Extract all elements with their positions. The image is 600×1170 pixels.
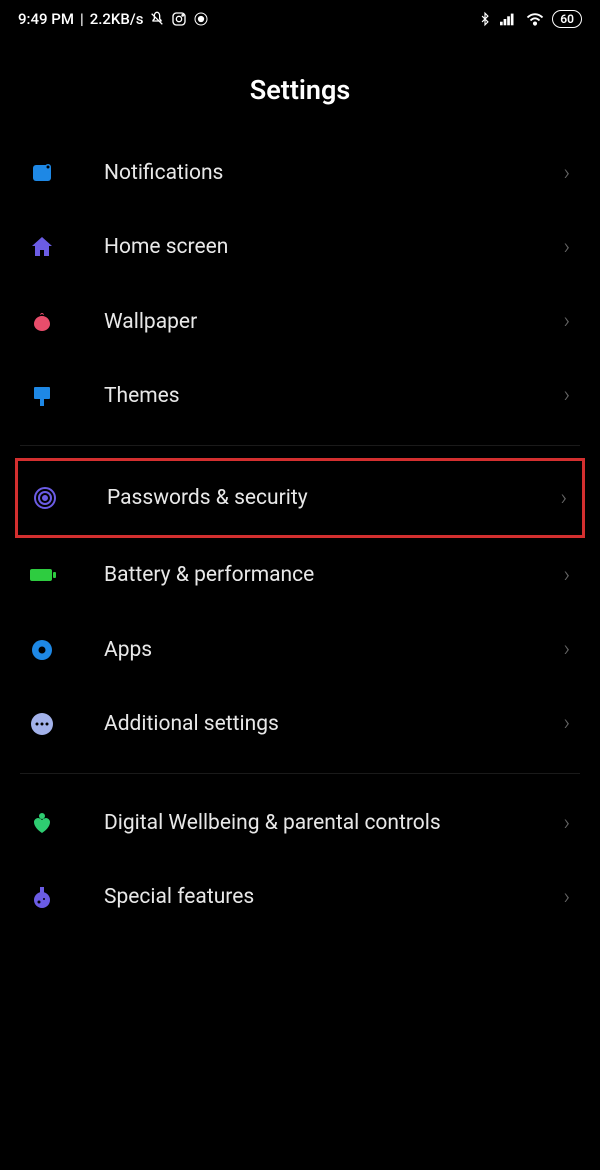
divider <box>20 445 580 446</box>
chevron-right-icon: › <box>563 711 570 736</box>
instagram-icon <box>171 11 187 27</box>
settings-item-themes[interactable]: Themes › <box>20 359 580 433</box>
chevron-right-icon: › <box>563 235 570 260</box>
man-utd-icon <box>193 11 209 27</box>
home-icon <box>30 235 70 259</box>
settings-list: Notifications › Home screen › Wallpaper … <box>0 136 600 935</box>
notifications-icon <box>30 161 70 185</box>
divider <box>20 773 580 774</box>
bluetooth-icon <box>478 11 492 27</box>
settings-item-home-screen[interactable]: Home screen › <box>20 210 580 284</box>
more-icon <box>30 712 70 736</box>
chevron-right-icon: › <box>563 309 570 334</box>
status-right: 60 <box>478 10 582 28</box>
settings-item-special-features[interactable]: Special features › <box>20 860 580 934</box>
settings-item-passwords-security[interactable]: Passwords & security › <box>15 458 585 538</box>
themes-icon <box>30 384 70 408</box>
dnd-icon <box>149 11 165 27</box>
status-time: 9:49 PM <box>18 10 74 28</box>
item-label: Notifications <box>70 160 563 186</box>
apps-icon <box>30 638 70 662</box>
chevron-right-icon: › <box>563 811 570 836</box>
signal-icon <box>500 12 518 26</box>
chevron-right-icon: › <box>563 637 570 662</box>
chevron-right-icon: › <box>563 563 570 588</box>
battery-indicator: 60 <box>552 10 582 28</box>
settings-item-digital-wellbeing[interactable]: Digital Wellbeing & parental controls › <box>20 786 580 860</box>
settings-item-additional[interactable]: Additional settings › <box>20 687 580 761</box>
item-label: Themes <box>70 383 563 409</box>
chevron-right-icon: › <box>560 486 567 511</box>
item-label: Battery & performance <box>70 562 563 588</box>
settings-item-wallpaper[interactable]: Wallpaper › <box>20 285 580 359</box>
item-label: Home screen <box>70 234 563 260</box>
item-label: Wallpaper <box>70 309 563 335</box>
status-left: 9:49 PM | 2.2KB/s <box>18 10 209 28</box>
wellbeing-icon <box>30 811 70 835</box>
status-bar: 9:49 PM | 2.2KB/s 60 <box>0 0 600 38</box>
item-label: Passwords & security <box>73 485 560 511</box>
wifi-icon <box>526 12 544 26</box>
item-label: Digital Wellbeing & parental controls <box>70 810 563 836</box>
settings-item-battery[interactable]: Battery & performance › <box>20 538 580 612</box>
item-label: Additional settings <box>70 711 563 737</box>
wallpaper-icon <box>30 310 70 334</box>
settings-item-apps[interactable]: Apps › <box>20 613 580 687</box>
fingerprint-icon <box>33 486 73 510</box>
battery-icon <box>30 567 70 583</box>
chevron-right-icon: › <box>563 161 570 186</box>
item-label: Apps <box>70 637 563 663</box>
flask-icon <box>30 885 70 909</box>
chevron-right-icon: › <box>563 383 570 408</box>
status-separator: | <box>80 10 84 28</box>
settings-item-notifications[interactable]: Notifications › <box>20 136 580 210</box>
chevron-right-icon: › <box>563 885 570 910</box>
item-label: Special features <box>70 884 563 910</box>
status-speed: 2.2KB/s <box>90 10 144 28</box>
page-title: Settings <box>0 38 600 136</box>
